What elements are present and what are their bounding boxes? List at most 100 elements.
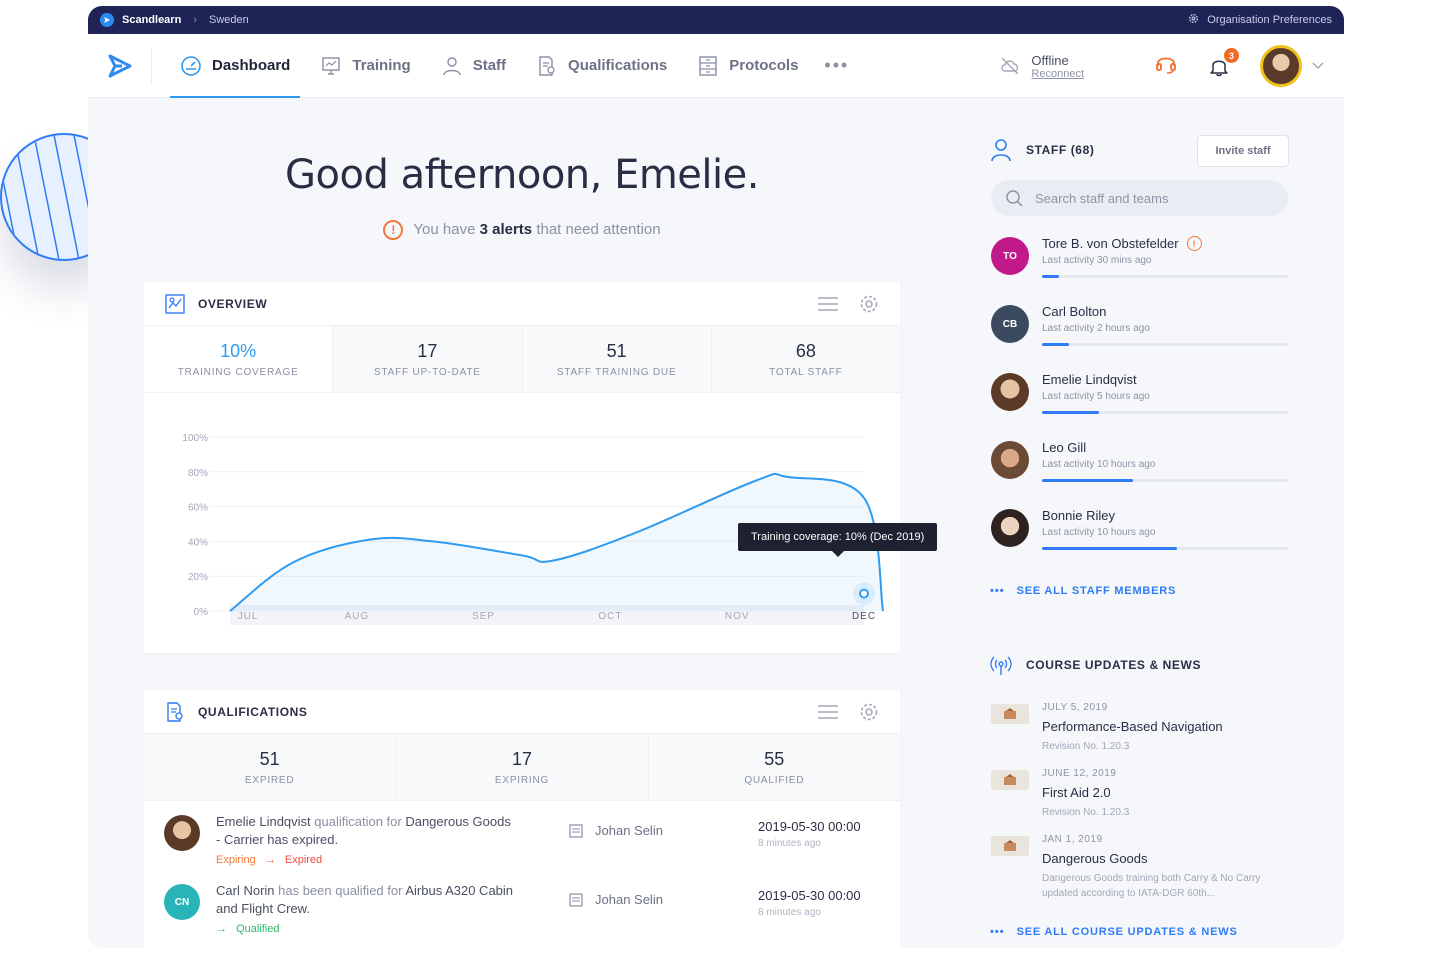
chart-x-tick-label: NOV [725, 611, 750, 622]
nav-protocols[interactable]: Protocols [687, 34, 808, 98]
reconnect-link[interactable]: Reconnect [1031, 68, 1084, 80]
overview-card: OVERVIEW 10% TRAINING COVERAGE 17 STAFF … [144, 282, 938, 653]
chart-highlight-point [859, 588, 869, 599]
stat-qualified[interactable]: 55 QUALIFIED [648, 734, 900, 800]
timestamp-relative: 8 minutes ago [758, 838, 821, 849]
broadcast-icon [990, 656, 1012, 675]
qualification-row[interactable]: Emelie Lindqvist qualification for Dange… [144, 801, 900, 870]
nav-dashboard-label: Dashboard [212, 57, 291, 74]
menu-lines-icon[interactable] [818, 296, 838, 311]
nav-training[interactable]: Training [310, 34, 420, 98]
menu-lines-icon[interactable] [818, 704, 838, 719]
nav-qualifications[interactable]: Qualifications [526, 34, 677, 98]
org-preferences-link[interactable]: Organisation Preferences [1188, 13, 1332, 27]
see-all-staff-link[interactable]: ••• SEE ALL STAFF MEMBERS [990, 585, 1176, 597]
overview-stats: 10% TRAINING COVERAGE 17 STAFF UP-TO-DAT… [144, 326, 900, 393]
stat-training-coverage[interactable]: 10% TRAINING COVERAGE [144, 326, 334, 392]
news-thumbnail [991, 704, 1029, 724]
staff-search[interactable] [991, 180, 1288, 216]
staff-avatar [164, 815, 200, 851]
stat-label: EXPIRING [494, 774, 550, 786]
top-bar: Scandlearn › Sweden Organisation Prefere… [88, 6, 1344, 34]
news-item[interactable]: JAN 1, 2019 Dangerous Goods Dangerous Go… [990, 834, 1290, 906]
news-item[interactable]: JUNE 12, 2019 First Aid 2.0 Revision No.… [990, 768, 1290, 830]
alerts-summary[interactable]: ! You have 3 alerts that need attention [88, 220, 956, 240]
stat-expired[interactable]: 51 EXPIRED [144, 734, 397, 800]
search-icon [1006, 190, 1023, 207]
stat-label: EXPIRED [244, 774, 295, 786]
staff-search-input[interactable] [1035, 190, 1255, 206]
description-connector: qualification for [310, 814, 406, 829]
staff-list-item[interactable]: TO Tore B. von Obstefelder! Last activit… [990, 236, 1290, 305]
staff-list-item[interactable]: Emelie Lindqvist Last activity 5 hours a… [990, 372, 1290, 441]
staff-progress-bar [1042, 411, 1288, 414]
status-to: Expired [284, 854, 323, 866]
connection-status[interactable]: Offline Reconnect [999, 53, 1084, 80]
staff-avatar: TO [991, 237, 1029, 275]
qualification-row[interactable]: CN Carl Norin has been qualified for Air… [144, 870, 900, 939]
document-icon [569, 892, 583, 907]
stat-label: STAFF UP-TO-DATE [374, 366, 481, 378]
stat-label: TRAINING COVERAGE [177, 366, 299, 378]
status-transition: Expiring → Expired [216, 851, 516, 869]
app-logo[interactable] [88, 47, 152, 84]
staff-panel-title: STAFF (68) [1026, 143, 1095, 157]
settings-gear-icon[interactable] [858, 701, 880, 723]
stat-value: 17 [511, 748, 532, 769]
stat-label: QUALIFIED [744, 774, 805, 786]
document-icon [569, 823, 583, 838]
brand-name[interactable]: Scandlearn [122, 14, 181, 26]
support-headset-icon[interactable] [1154, 52, 1178, 81]
stat-expiring[interactable]: 17 EXPIRING [396, 734, 649, 800]
news-description: Dangerous Goods training both Carry & No… [1042, 873, 1261, 899]
news-thumbnail [991, 836, 1029, 856]
user-menu[interactable] [1260, 45, 1324, 87]
greeting-title: Good afternoon, Emelie. [285, 152, 759, 198]
staff-progress-bar [1042, 479, 1288, 482]
alerts-count[interactable]: 3 alerts [480, 221, 533, 238]
qualification-description: Carl Norin has been qualified for Airbus… [216, 882, 516, 938]
approver-name: Johan Selin [595, 823, 663, 838]
staff-avatar [991, 441, 1029, 479]
news-item[interactable]: JULY 5, 2019 Performance-Based Navigatio… [990, 702, 1290, 764]
nav-staff[interactable]: Staff [431, 34, 516, 98]
coverage-chart-area: 0% 20% 40% 60% 80% 100% JUL AUG SEP OCT NOV DEC Tra… [144, 393, 938, 653]
overview-header: OVERVIEW [144, 282, 900, 326]
invite-staff-button[interactable]: Invite staff [1197, 135, 1289, 167]
staff-name[interactable]: Carl Norin [216, 883, 275, 898]
staff-name[interactable]: Emelie Lindqvist [216, 814, 311, 829]
status-from: Expiring [216, 854, 256, 866]
news-thumbnail [991, 770, 1029, 790]
stat-value: 51 [259, 748, 280, 769]
status-to: Qualified [236, 923, 280, 935]
timestamp-date: 2019-05-30 00:00 [758, 819, 861, 834]
stat-total-staff[interactable]: 68 TOTAL STAFF [711, 326, 900, 392]
stat-staff-training-due[interactable]: 51 STAFF TRAINING DUE [522, 326, 712, 392]
speedometer-icon [181, 55, 201, 76]
settings-gear-icon[interactable] [858, 293, 880, 315]
user-icon [443, 56, 461, 75]
alerts-suffix: that need attention [536, 220, 661, 238]
qualifications-header: QUALIFICATIONS [144, 690, 900, 734]
stat-staff-up-to-date[interactable]: 17 STAFF UP-TO-DATE [333, 326, 523, 392]
staff-panel-header: STAFF (68) [990, 138, 1094, 162]
staff-list-item[interactable]: CB Carl Bolton Last activity 2 hours ago [990, 304, 1290, 373]
approver-name: Johan Selin [595, 892, 663, 907]
gear-icon [1188, 13, 1199, 27]
nav-dashboard[interactable]: Dashboard [170, 34, 301, 98]
stat-label: TOTAL STAFF [769, 366, 843, 378]
nav-more-button[interactable]: ••• [824, 55, 849, 76]
chart-y-tick-label: 60% [188, 503, 208, 514]
staff-last-activity: Last activity 10 hours ago [1042, 527, 1156, 538]
staff-name: Tore B. von Obstefelder [1042, 236, 1179, 251]
staff-avatar [991, 509, 1029, 547]
notifications-button[interactable]: 3 [1208, 48, 1239, 77]
staff-avatar [991, 373, 1029, 411]
breadcrumb-organisation[interactable]: Sweden [209, 14, 249, 26]
staff-list-item[interactable]: Leo Gill Last activity 10 hours ago [990, 440, 1290, 509]
chart-y-tick-label: 100% [182, 433, 208, 444]
staff-last-activity: Last activity 30 mins ago [1042, 255, 1152, 266]
chevron-down-icon [1312, 62, 1324, 70]
see-all-news-link[interactable]: ••• SEE ALL COURSE UPDATES & NEWS [990, 926, 1238, 938]
staff-list-item[interactable]: Bonnie Riley Last activity 10 hours ago [990, 508, 1290, 577]
